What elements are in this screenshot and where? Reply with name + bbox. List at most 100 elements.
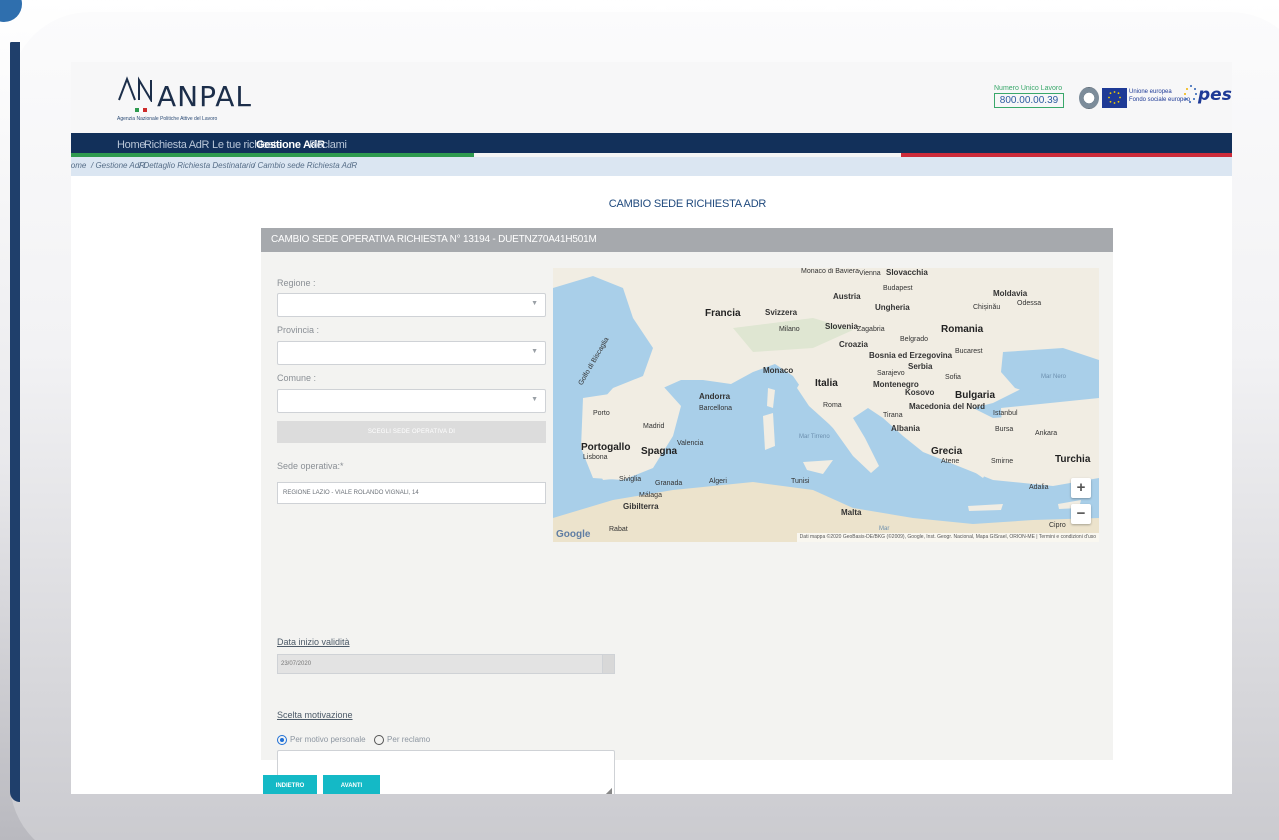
map-label-mar: Mar [879,526,890,532]
breadcrumb: Home / Gestione AdR / Dettaglio Richiest… [71,157,1232,176]
radio-motivo-personale[interactable] [277,734,287,745]
comune-select[interactable]: ▼ [277,389,546,413]
comune-label: Comune : [277,373,317,383]
map-label-monaco-baviera: Monaco di Baviera [801,268,859,275]
corner-decoration [0,0,22,22]
breadcrumb-home[interactable]: Home [71,161,86,170]
provincia-select[interactable]: ▼ [277,341,546,365]
map-label-tirana: Tirana [883,412,903,419]
data-inizio-label: Data inizio validità [277,637,350,647]
zoom-in-button[interactable]: + [1071,478,1091,498]
map-attribution[interactable]: Dati mappa ©2020 GeoBasis-DE/BKG (©2009)… [796,533,1099,542]
map-label-albania: Albania [891,424,920,433]
map-label-roma: Roma [823,402,842,409]
republic-emblem-icon [1079,87,1099,109]
map-label-atene: Atene [941,458,960,465]
panel-heading: CAMBIO SEDE OPERATIVA RICHIESTA N° 13194… [261,228,1113,252]
site-header: ANPAL Agenzia Nazionale Politiche Attive… [71,62,1232,133]
map-label-monaco: Monaco [763,366,794,375]
map-label-romania: Romania [941,324,984,335]
breadcrumb-current: / Cambio sede Richiesta AdR [253,161,358,170]
logo-subtitle: Agenzia Nazionale Politiche Attive del L… [117,116,218,122]
anpal-logo[interactable]: ANPAL Agenzia Nazionale Politiche Attive… [117,76,251,122]
map-label-porto: Porto [593,410,610,417]
map-label-ankara: Ankara [1035,430,1058,437]
frame-edge [10,42,20,802]
map-label-bucarest: Bucarest [955,348,983,355]
avanti-button[interactable]: AVANTI [323,775,380,794]
zoom-out-button[interactable]: − [1071,504,1091,524]
dropdown-arrow-icon: ▼ [531,300,538,307]
map-label-istanbul: Istanbul [993,410,1018,417]
map-label-svizzera: Svizzera [765,308,798,317]
radio-label-reclamo[interactable]: Per reclamo [387,735,430,744]
map-label-mar-nero: Mar Nero [1041,374,1067,380]
panel-heading-text: CAMBIO SEDE OPERATIVA RICHIESTA N° 13194… [271,234,597,245]
map-label-milano: Milano [779,326,800,333]
map-label-bulgaria: Bulgaria [955,390,996,401]
page-title: CAMBIO SEDE RICHIESTA ADR [608,198,767,210]
map-label-macedonia: Macedonia del Nord [909,402,986,411]
map-label-grecia: Grecia [931,446,963,457]
radio-label-motivo-personale[interactable]: Per motivo personale [290,735,366,744]
map-label-kosovo: Kosovo [905,388,935,397]
breadcrumb-dettaglio[interactable]: / Dettaglio Richiesta Destinatario [139,161,255,170]
provincia-label: Provincia : [277,325,320,335]
map-label-italia: Italia [815,378,838,389]
map-label-belgrado: Belgrado [900,336,929,343]
logo-text: ANPAL [157,80,252,113]
regione-label: Regione : [277,278,316,288]
numero-label: Numero Unico Lavoro [994,85,1063,92]
numero-value: 800.00.00.39 [994,93,1064,108]
eu-text-line1: Unione europea [1129,89,1172,95]
data-inizio-field[interactable]: 23/07/2020 [277,654,603,674]
map-label-madrid: Madrid [643,423,665,430]
indietro-button[interactable]: INDIETRO [263,775,317,794]
map-label-siviglia: Siviglia [619,476,642,483]
map-label-rabat: Rabat [609,526,628,533]
nav-item-reclami[interactable]: Reclami [309,139,347,151]
eu-text: Unione europea Fondo sociale europeo [1129,88,1190,104]
motivazione-label: Scelta motivazione [277,710,353,720]
map-label-valencia: Valencia [677,440,704,447]
nav-item-richiesta-adr[interactable]: Richiesta AdR [144,139,210,151]
map-label-mar-tirreno: Mar Tirreno [799,434,830,440]
nav-item-home[interactable]: Home [117,139,145,151]
italy-flag-icon [135,108,147,112]
map-label-budapest: Budapest [883,285,913,292]
map-label-bosnia: Bosnia ed Erzegovina [869,351,953,360]
map-label-barcellona: Barcellona [699,405,733,412]
map-label-malta: Malta [841,508,862,517]
map-label-croazia: Croazia [839,340,868,349]
resize-grip-icon[interactable]: ◢ [606,786,612,794]
map-label-spagna: Spagna [641,446,678,457]
pes-logo: pes [1182,82,1232,112]
calendar-button[interactable] [602,654,615,674]
map-label-smirne: Smirne [991,458,1014,465]
dropdown-arrow-icon: ▼ [531,348,538,355]
map-label-chisinau: Chișinău [973,304,1001,311]
map-label-granada: Granada [655,480,683,487]
map-label-vienna: Vienna [859,270,881,277]
cambio-sede-panel: CAMBIO SEDE OPERATIVA RICHIESTA N° 13194… [261,228,1113,794]
google-logo[interactable]: Google [556,529,590,540]
regione-select[interactable]: ▼ [277,293,546,317]
eu-text-line2: Fondo sociale europeo [1129,97,1191,103]
map-label-slovenia: Slovenia [825,322,858,331]
browser-viewport: ANPAL Agenzia Nazionale Politiche Attive… [71,62,1232,794]
map-label-slovacchia: Slovacchia [886,268,928,277]
map-label-sarajevo: Sarajevo [877,370,905,377]
map-label-francia: Francia [705,308,741,319]
map-label-odessa: Odessa [1017,300,1042,307]
map-label-andorra: Andorra [699,392,731,401]
map-label-turchia: Turchia [1055,454,1091,465]
map-view[interactable]: Monaco di Baviera Vienna Slovacchia Buda… [553,268,1099,542]
map-label-austria: Austria [833,292,861,301]
pes-text: pes [1198,85,1232,105]
radio-reclamo[interactable] [374,734,385,745]
breadcrumb-gestione-adr[interactable]: / Gestione AdR [91,161,145,170]
sede-operativa-field[interactable]: REGIONE LAZIO - VIALE ROLANDO VIGNALI, 1… [277,482,546,504]
motivazione-radio-group: Per motivo personale Per reclamo [277,731,434,745]
scegli-sede-button[interactable]: SCEGLI SEDE OPERATIVA DI [277,421,546,443]
numero-unico: Numero Unico Lavoro 800.00.00.39 [994,85,1064,108]
